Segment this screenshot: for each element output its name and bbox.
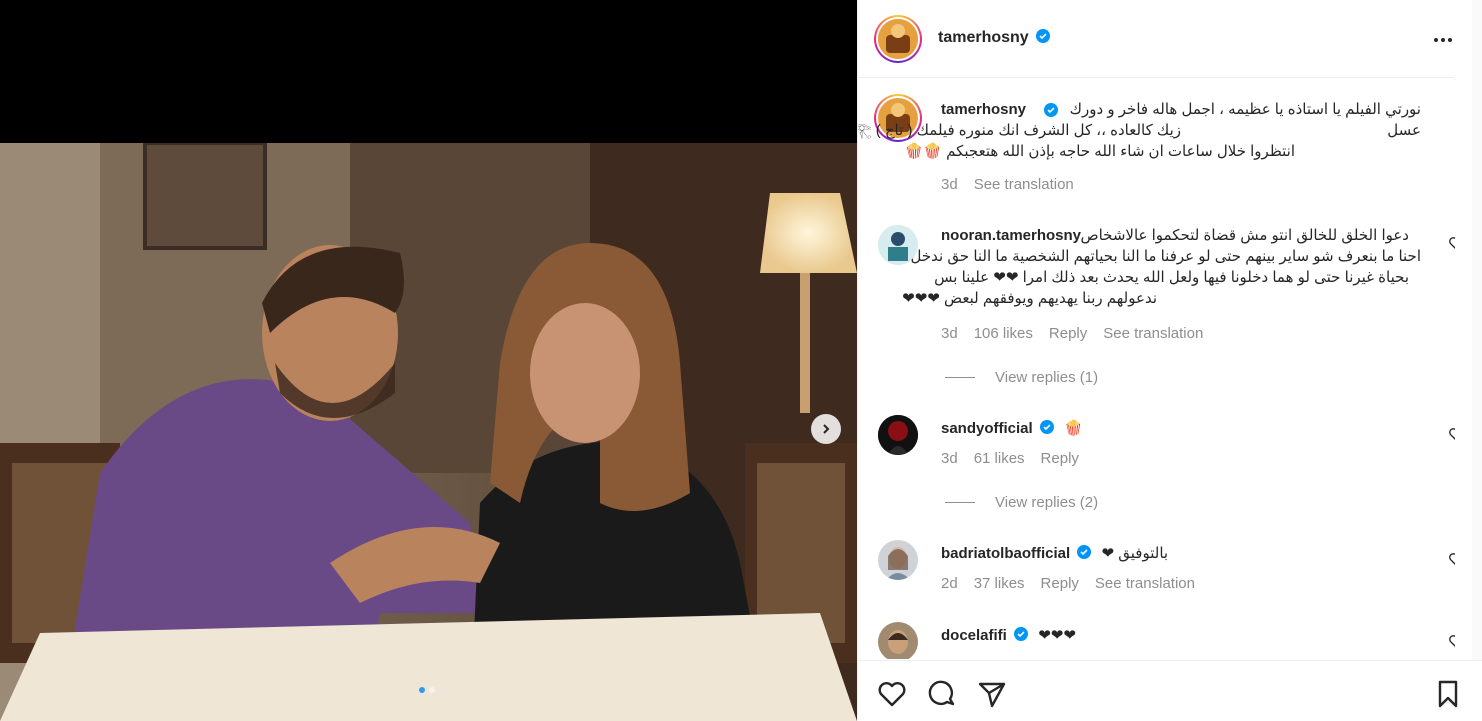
comment-line-1: دعوا الخلق للخالق انتو مش قضاة لتحكموا ع…: [1080, 227, 1409, 244]
commenter-avatar[interactable]: [878, 622, 918, 659]
comment-username[interactable]: docelafifi: [941, 627, 1007, 644]
comment-reply-button[interactable]: Reply: [1041, 450, 1079, 467]
comment-item: sandyofficial 🍿 3d 61 likes Reply View r…: [858, 414, 1455, 524]
comment-item: nooran.tamerhosny دعوا الخلق للخالق انتو…: [858, 219, 1455, 389]
comment-age: 3d: [941, 450, 958, 467]
author-info: tamerhosny: [938, 29, 1051, 47]
view-replies-label: View replies (1): [995, 369, 1099, 386]
comment-age: 2d: [941, 575, 958, 592]
commenter-avatar[interactable]: [878, 540, 918, 580]
like-comment-heart-icon[interactable]: [1448, 633, 1455, 649]
view-replies-button[interactable]: View replies (2): [945, 494, 1098, 511]
comment-icon[interactable]: [926, 678, 958, 710]
post-photo: [0, 143, 857, 721]
comments-list[interactable]: tamerhosny نورتي الفيلم يا استاذه يا عظي…: [858, 79, 1455, 659]
comment-item: badriatolbaofficial بالتوفيق ❤ 2d 37 lik…: [858, 539, 1455, 609]
comment-line-2: احنا ما بنعرف شو ساير بينهم حتى لو عرفنا…: [910, 248, 1421, 265]
like-comment-heart-icon[interactable]: [1448, 551, 1455, 567]
comment-item: docelafifi ❤❤❤: [858, 621, 1455, 659]
comment-text: ❤❤❤: [1038, 627, 1076, 644]
caption-line-3: انتظروا خلال ساعات ان شاء الله حاجه بإذن…: [904, 143, 1295, 160]
comment-likes[interactable]: 37 likes: [974, 575, 1025, 592]
comment-body: sandyofficial 🍿: [941, 418, 1431, 439]
post-media: [0, 0, 857, 721]
post-details-panel: tamerhosny tamerhosny نورتي الفيلم يا اس…: [857, 0, 1482, 721]
comment-meta: 3d 61 likes Reply: [941, 450, 1079, 467]
comment-meta: 2d 37 likes Reply See translation: [941, 575, 1195, 592]
chevron-right-icon: [823, 424, 830, 434]
bookmark-icon[interactable]: [1432, 678, 1464, 710]
caption-age: 3d: [941, 176, 958, 193]
comment-username[interactable]: sandyofficial: [941, 420, 1033, 437]
like-comment-heart-icon[interactable]: [1448, 426, 1455, 442]
verified-badge-icon: [1014, 627, 1029, 641]
comment-text: بالتوفيق ❤: [1101, 545, 1169, 562]
caption-text: tamerhosny نورتي الفيلم يا استاذه يا عظي…: [858, 99, 1431, 162]
comment-text: 🍿: [1064, 420, 1083, 437]
view-replies-label: View replies (2): [995, 494, 1099, 511]
comment-meta: 3d 106 likes Reply See translation: [941, 325, 1203, 342]
share-icon[interactable]: [976, 678, 1008, 710]
verified-badge-icon: [1077, 545, 1092, 559]
verified-badge-icon: [1036, 29, 1051, 43]
caption-username[interactable]: tamerhosny: [941, 99, 1026, 120]
carousel-indicator: [419, 687, 435, 693]
comment-body: docelafifi ❤❤❤: [941, 625, 1431, 646]
author-avatar: [878, 19, 918, 59]
comment-line-3: بحياة غيرنا حتى لو هما دخلونا فيها ولعل …: [934, 269, 1409, 286]
caption-see-translation[interactable]: See translation: [974, 176, 1074, 193]
author-username[interactable]: tamerhosny: [938, 29, 1029, 46]
more-icon[interactable]: [1428, 30, 1458, 50]
post-actions-bar: [858, 660, 1482, 721]
author-avatar-ring[interactable]: [874, 15, 922, 63]
comment-see-translation[interactable]: See translation: [1095, 575, 1195, 592]
comment-see-translation[interactable]: See translation: [1103, 325, 1203, 342]
commenter-avatar[interactable]: [878, 415, 918, 455]
comment-username[interactable]: badriatolbaofficial: [941, 545, 1070, 562]
like-comment-heart-icon[interactable]: [1448, 235, 1455, 251]
media-letterbox: [0, 0, 857, 143]
caption-line-2: زيك كالعاده ،، كل الشرف انك منوره فيلمك …: [858, 122, 1181, 139]
comment-likes[interactable]: 106 likes: [974, 325, 1033, 342]
post-header: tamerhosny: [858, 0, 1454, 78]
comment-line-4: ندعولهم ربنا يهديهم ويوفقهم لبعض ❤❤❤: [902, 290, 1157, 307]
comment-username[interactable]: nooran.tamerhosny: [941, 225, 1081, 246]
comment-age: 3d: [941, 325, 958, 342]
next-slide-button[interactable]: [811, 414, 841, 444]
verified-badge-icon: [1044, 103, 1058, 117]
comment-body: nooran.tamerhosny دعوا الخلق للخالق انتو…: [902, 225, 1431, 309]
carousel-dot-active: [419, 687, 425, 693]
comment-reply-button[interactable]: Reply: [1041, 575, 1079, 592]
carousel-dot: [429, 687, 435, 693]
verified-badge-icon: [1039, 420, 1054, 434]
view-replies-button[interactable]: View replies (1): [945, 369, 1098, 386]
heart-icon[interactable]: [876, 678, 908, 710]
caption-meta: 3d See translation: [941, 176, 1074, 193]
comment-likes[interactable]: 61 likes: [974, 450, 1025, 467]
comment-body: badriatolbaofficial بالتوفيق ❤: [941, 543, 1431, 564]
comments-scrollbar[interactable]: [1472, 0, 1482, 660]
comment-reply-button[interactable]: Reply: [1049, 325, 1087, 342]
caption: tamerhosny نورتي الفيلم يا استاذه يا عظي…: [858, 79, 1455, 199]
